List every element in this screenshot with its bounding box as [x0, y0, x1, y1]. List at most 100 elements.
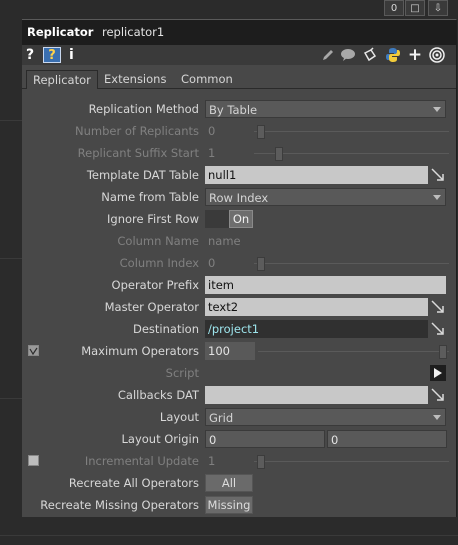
param-layout: Layout Grid	[22, 407, 456, 427]
template-dat-table-field[interactable]: null1	[205, 166, 428, 184]
param-operator-prefix: Operator Prefix item	[22, 275, 456, 295]
param-maximum-operators: Maximum Operators 100	[22, 341, 456, 361]
recreate-all-button[interactable]: All	[205, 474, 253, 492]
clone-icon[interactable]	[361, 47, 379, 63]
maximum-operators-value[interactable]: 100	[205, 342, 255, 360]
layout-origin-x[interactable]: 0	[205, 430, 325, 448]
menu-value: Grid	[209, 411, 234, 425]
param-callbacks-dat: Callbacks DAT	[22, 385, 456, 405]
slider-track	[254, 461, 449, 462]
param-destination: Destination /project1	[22, 319, 456, 339]
param-label: Replication Method	[88, 102, 199, 116]
enable-checkbox[interactable]	[28, 455, 39, 466]
info-icon[interactable]: i	[69, 47, 74, 63]
param-label: Ignore First Row	[107, 212, 199, 226]
param-label: Number of Replicants	[75, 124, 199, 138]
param-label: Column Index	[119, 256, 199, 270]
network-grid-line	[0, 120, 22, 121]
param-label: Master Operator	[104, 300, 199, 314]
suffix-start-value[interactable]: 1	[208, 146, 215, 160]
layout-origin-y[interactable]: 0	[327, 430, 447, 448]
param-label: Recreate Missing Operators	[40, 498, 199, 512]
icon-bar: ? ? i +	[22, 45, 456, 65]
param-label: Recreate All Operators	[68, 476, 199, 490]
param-label: Column Name	[117, 234, 199, 248]
param-layout-origin: Layout Origin 0 0	[22, 429, 456, 449]
parameter-tabs: Replicator Extensions Common	[22, 67, 456, 89]
network-grid-line	[0, 535, 458, 536]
param-label: Name from Table	[101, 190, 199, 204]
reference-arrow-icon[interactable]	[430, 299, 446, 315]
column-index-slider-handle[interactable]	[257, 257, 265, 271]
enable-checkbox[interactable]	[28, 345, 39, 356]
incremental-update-slider-handle[interactable]	[257, 455, 265, 469]
maximum-operators-slider-handle[interactable]	[439, 345, 447, 359]
python-help-icon[interactable]: ?	[43, 47, 61, 63]
num-replicants-slider-handle[interactable]	[257, 125, 265, 139]
incremental-update-value[interactable]: 1	[208, 454, 215, 468]
download-button[interactable]: ⇩	[428, 0, 448, 16]
layout-menu[interactable]: Grid	[205, 408, 446, 426]
slider-track	[254, 263, 449, 264]
column-name-value[interactable]: name	[208, 234, 241, 248]
param-label: Template DAT Table	[86, 168, 199, 182]
pencil-icon[interactable]	[320, 47, 336, 63]
param-replicant-suffix-start: Replicant Suffix Start 1	[22, 143, 456, 163]
suffix-start-slider-handle[interactable]	[275, 147, 283, 161]
slider-track	[254, 131, 449, 132]
param-column-name: Column Name name	[22, 231, 456, 251]
name-from-table-menu[interactable]: Row Index	[205, 188, 446, 206]
param-name-from-table: Name from Table Row Index	[22, 187, 456, 207]
param-label: Layout	[159, 410, 199, 424]
param-label: Callbacks DAT	[117, 388, 199, 402]
plus-icon[interactable]: +	[407, 45, 423, 65]
panel-title-bar: Replicator replicator1	[22, 20, 456, 45]
comment-icon[interactable]	[339, 47, 357, 63]
param-column-index: Column Index 0	[22, 253, 456, 273]
tab-extensions[interactable]: Extensions	[98, 70, 172, 89]
chevron-down-icon	[433, 415, 441, 420]
help-question-icon[interactable]: ?	[26, 47, 34, 63]
menu-value: By Table	[209, 103, 258, 117]
callbacks-dat-field[interactable]	[205, 386, 428, 404]
menu-value: Row Index	[209, 191, 269, 205]
chevron-down-icon	[433, 195, 441, 200]
reference-arrow-icon[interactable]	[430, 167, 446, 183]
operator-prefix-field[interactable]: item	[205, 276, 446, 294]
param-template-dat-table: Template DAT Table null1	[22, 165, 456, 185]
param-label: Operator Prefix	[111, 278, 199, 292]
python-icon[interactable]	[384, 47, 402, 63]
viewer-icon[interactable]	[428, 47, 446, 63]
param-recreate-all: Recreate All Operators All	[22, 473, 456, 493]
counter-button[interactable]: 0	[384, 0, 404, 16]
tab-common[interactable]: Common	[175, 70, 239, 89]
param-label: Script	[165, 366, 199, 380]
param-master-operator: Master Operator text2	[22, 297, 456, 317]
param-replication-method: Replication Method By Table	[22, 99, 456, 119]
chevron-down-icon	[433, 107, 441, 112]
toggle-on-label: On	[229, 210, 253, 228]
slider-track	[258, 351, 449, 352]
param-label: Incremental Update	[84, 454, 199, 468]
reference-arrow-icon[interactable]	[430, 321, 446, 337]
ignore-first-row-toggle[interactable]: On	[205, 210, 253, 228]
operator-name[interactable]: replicator1	[102, 25, 164, 39]
destination-field[interactable]: /project1	[205, 320, 428, 338]
param-label: Destination	[133, 322, 199, 336]
recreate-missing-button[interactable]: Missing	[205, 496, 253, 514]
operator-type: Replicator	[27, 25, 94, 39]
tab-replicator[interactable]: Replicator	[26, 70, 98, 89]
param-incremental-update: Incremental Update 1	[22, 451, 456, 471]
param-ignore-first-row: Ignore First Row On	[22, 209, 456, 229]
toggle-off-half	[205, 210, 229, 228]
replication-method-menu[interactable]: By Table	[205, 100, 446, 118]
param-recreate-missing: Recreate Missing Operators Missing	[22, 495, 456, 515]
maximize-button[interactable]: □	[405, 0, 425, 16]
column-index-value[interactable]: 0	[208, 256, 215, 270]
num-replicants-value[interactable]: 0	[208, 124, 215, 138]
script-run-icon[interactable]	[430, 365, 446, 381]
slider-track	[254, 153, 449, 154]
network-grid-line	[0, 258, 22, 259]
reference-arrow-icon[interactable]	[430, 387, 446, 403]
master-operator-field[interactable]: text2	[205, 298, 428, 316]
